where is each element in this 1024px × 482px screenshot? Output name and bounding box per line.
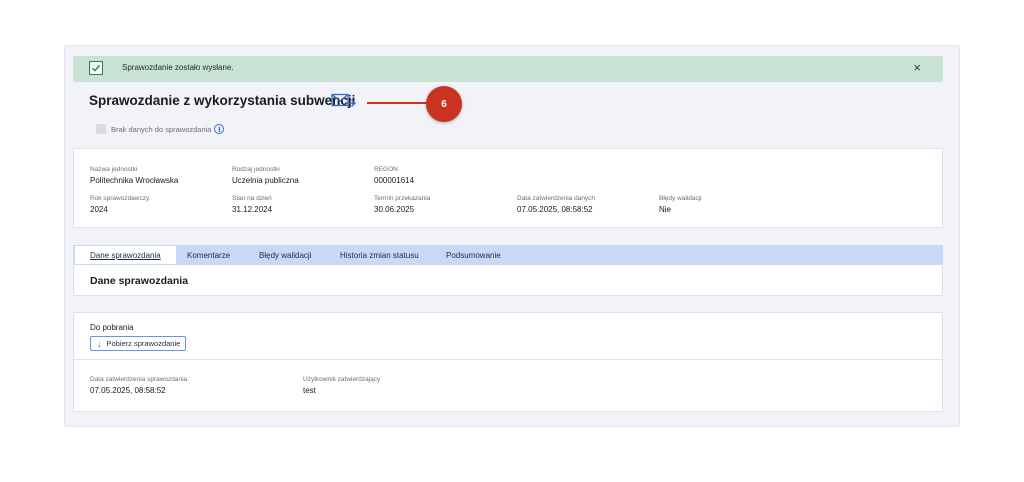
tab-content-card: Dane sprawozdania [73,265,943,296]
state-date-field: Stan na dzień 31.12.2024 [232,195,272,214]
unit-name-field: Nazwa jednostki Politechnika Wrocławska [90,166,178,185]
state-date-value: 31.12.2024 [232,205,273,214]
year-field: Rok sprawozdawczy 2024 [90,195,149,214]
divider [74,359,942,360]
page-title: Sprawozdanie z wykorzystania subwencji [89,93,356,108]
callout-line [367,102,431,104]
tab-bar: Dane sprawozdania Komentarze Błędy walid… [73,245,943,265]
unit-type-value: Uczelnia publiczna [232,176,299,185]
callout-badge: 6 [426,86,462,122]
approval-date-label: Data zatwierdzenia danych [517,195,596,202]
report-panel: Sprawozdanie zostało wysłane. × Sprawozd… [64,45,960,427]
tab-summary[interactable]: Podsumowanie [446,245,501,265]
unit-name-value: Politechnika Wrocławska [90,176,179,185]
unit-type-field: Rodzaj jednostki Uczelnia publiczna [232,166,299,185]
unit-name-label: Nazwa jednostki [90,166,138,173]
download-label: Do pobrania [90,323,134,332]
tab-report-data[interactable]: Dane sprawozdania [74,245,177,265]
regon-value: 000001614 [374,176,415,185]
regon-label: REGON [374,166,398,173]
no-data-checkbox[interactable] [96,124,106,134]
no-data-label: Brak danych do sprawozdania [111,124,212,134]
regon-field: REGON 000001614 [374,166,414,185]
info-icon[interactable]: i [214,124,225,134]
report-approval-value: 07.05.2025, 08:58:52 [90,386,166,395]
close-icon[interactable]: × [913,61,921,75]
download-arrow-icon: ↓ [97,338,102,349]
year-label: Rok sprawozdawczy [90,195,150,202]
year-value: 2024 [90,205,108,214]
tab-validation-errors[interactable]: Błędy walidacji [259,245,311,265]
tab-content-title: Dane sprawozdania [90,275,189,287]
send-mail-icon[interactable] [331,93,357,114]
tab-comments[interactable]: Komentarze [187,245,230,265]
approver-value: test [303,386,316,395]
approver-label: Użytkownik zatwierdzający [303,376,381,383]
validation-errors-label: Błędy walidacji [659,195,702,202]
download-report-button[interactable]: ↓ Pobierz sprawozdanie [90,336,186,351]
check-icon [89,61,103,75]
success-alert: Sprawozdanie zostało wysłane. × [73,56,943,82]
report-approval-field: Data zatwierdzenia sprawozdania 07.05.20… [90,376,187,395]
unit-type-label: Rodzaj jednostki [232,166,280,173]
deadline-label: Termin przekazania [374,195,431,202]
download-card: Do pobrania ↓ Pobierz sprawozdanie Data … [73,312,943,412]
alert-message: Sprawozdanie zostało wysłane. [122,63,234,72]
no-data-checkbox-row[interactable]: Brak danych do sprawozdania i [96,124,225,134]
tab-status-history[interactable]: Historia zmian statusu [340,245,419,265]
approver-field: Użytkownik zatwierdzający test [303,376,380,395]
validation-errors-field: Błędy walidacji Nie [659,195,702,214]
validation-errors-value: Nie [659,205,672,214]
deadline-value: 30.06.2025 [374,205,415,214]
report-approval-label: Data zatwierdzenia sprawozdania [90,376,188,383]
state-date-label: Stan na dzień [232,195,272,202]
deadline-field: Termin przekazania 30.06.2025 [374,195,430,214]
report-details-card: Nazwa jednostki Politechnika Wrocławska … [73,148,943,228]
approval-date-value: 07.05.2025, 08:58:52 [517,205,593,214]
download-button-label: Pobierz sprawozdanie [106,339,181,348]
approval-date-field: Data zatwierdzenia danych 07.05.2025, 08… [517,195,595,214]
